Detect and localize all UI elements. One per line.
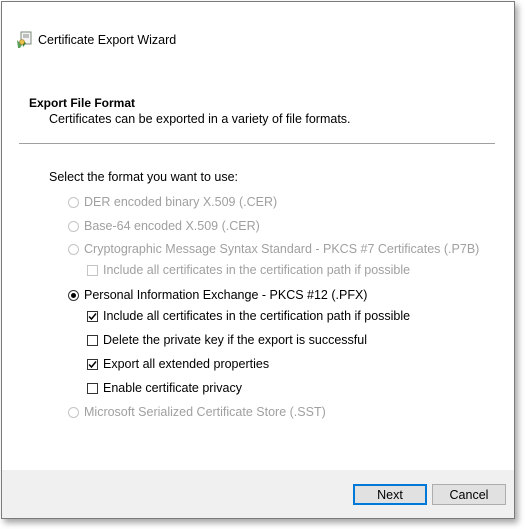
checkbox-export-extended-properties[interactable]: Export all extended properties: [87, 357, 269, 371]
next-button[interactable]: Next: [353, 484, 427, 505]
radio-label: DER encoded binary X.509 (.CER): [84, 195, 278, 209]
checkbox-label: Enable certificate privacy: [103, 381, 242, 395]
radio-label: Personal Information Exchange - PKCS #12…: [84, 288, 368, 302]
page-title: Export File Format: [29, 96, 136, 110]
button-bar: Next Cancel: [2, 470, 514, 518]
header-divider: [19, 143, 495, 144]
wizard-window: Certificate Export Wizard Export File Fo…: [1, 1, 515, 519]
radio-sst-format[interactable]: Microsoft Serialized Certificate Store (…: [68, 405, 326, 419]
radio-button[interactable]: [68, 196, 79, 208]
title-bar: Certificate Export Wizard: [2, 2, 514, 82]
radio-pkcs7-format[interactable]: Cryptographic Message Syntax Standard - …: [68, 242, 479, 256]
checkbox[interactable]: [87, 264, 98, 276]
checkmark-icon: [88, 360, 97, 368]
radio-button[interactable]: [68, 220, 79, 232]
window-title: Certificate Export Wizard: [38, 33, 177, 47]
radio-label: Cryptographic Message Syntax Standard - …: [84, 242, 480, 256]
certificate-icon: [16, 31, 32, 49]
checkbox-delete-private-key[interactable]: Delete the private key if the export is …: [87, 333, 367, 347]
radio-button[interactable]: [68, 243, 79, 255]
checkbox-p7b-include-path[interactable]: Include all certificates in the certific…: [87, 263, 410, 277]
radio-pfx-format[interactable]: Personal Information Exchange - PKCS #12…: [68, 288, 367, 302]
radio-base64-format[interactable]: Base-64 encoded X.509 (.CER): [68, 219, 260, 233]
checkbox-pfx-include-path[interactable]: Include all certificates in the certific…: [87, 309, 410, 323]
checkbox[interactable]: [87, 334, 98, 346]
checkbox[interactable]: [87, 382, 98, 394]
radio-button[interactable]: [68, 406, 79, 418]
radio-label: Microsoft Serialized Certificate Store (…: [84, 405, 326, 419]
checkbox-label: Include all certificates in the certific…: [103, 309, 411, 323]
checkbox-label: Delete the private key if the export is …: [103, 333, 368, 347]
checkbox-enable-certificate-privacy[interactable]: Enable certificate privacy: [87, 381, 242, 395]
radio-button[interactable]: [68, 289, 79, 301]
checkbox[interactable]: [87, 358, 98, 370]
checkbox-label: Export all extended properties: [103, 357, 270, 371]
checkbox-label: Include all certificates in the certific…: [103, 263, 411, 277]
cancel-button[interactable]: Cancel: [432, 484, 506, 505]
format-prompt: Select the format you want to use:: [49, 170, 238, 184]
radio-der-format[interactable]: DER encoded binary X.509 (.CER): [68, 195, 277, 209]
radio-label: Base-64 encoded X.509 (.CER): [84, 219, 260, 233]
checkmark-icon: [88, 312, 97, 320]
page-subtitle: Certificates can be exported in a variet…: [49, 112, 351, 126]
checkbox[interactable]: [87, 310, 98, 322]
